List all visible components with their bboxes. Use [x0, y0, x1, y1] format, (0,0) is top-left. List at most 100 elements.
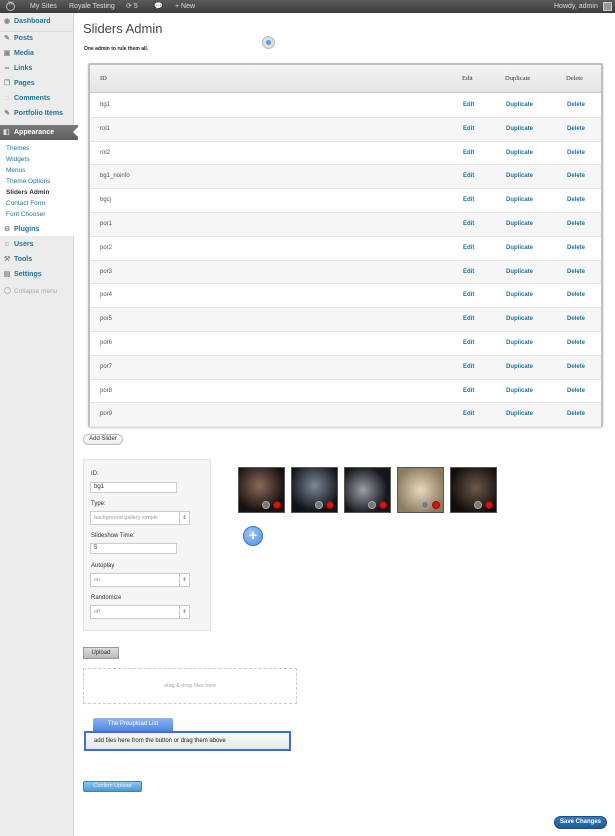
delete-link[interactable]: Delete: [567, 189, 585, 212]
duplicate-link[interactable]: Duplicate: [506, 213, 533, 236]
delete-link[interactable]: Delete: [567, 308, 585, 331]
wordpress-logo-icon[interactable]: [6, 1, 15, 11]
edit-slide-icon[interactable]: [474, 501, 482, 509]
edit-link[interactable]: Edit: [463, 380, 474, 403]
slide-thumbnail[interactable]: [450, 467, 497, 513]
avatar[interactable]: [603, 2, 612, 11]
delete-link[interactable]: Delete: [567, 142, 585, 165]
remove-slide-icon[interactable]: [379, 501, 387, 509]
submenu-font-chooser[interactable]: Font Chooser: [6, 209, 45, 220]
slide-thumbnail[interactable]: [238, 467, 285, 513]
edit-slide-icon[interactable]: [368, 501, 376, 509]
duplicate-link[interactable]: Duplicate: [506, 189, 533, 212]
randomize-select[interactable]: off ⇕: [90, 605, 190, 619]
menu-appearance[interactable]: ◧ Appearance: [0, 125, 78, 140]
duplicate-link[interactable]: Duplicate: [506, 261, 533, 284]
duplicate-link[interactable]: Duplicate: [506, 237, 533, 260]
edit-link[interactable]: Edit: [463, 237, 474, 260]
menu-pages[interactable]: ❐ Pages: [0, 77, 74, 91]
menu-dashboard[interactable]: ◉ Dashboard: [0, 15, 74, 29]
delete-link[interactable]: Delete: [567, 403, 585, 426]
delete-link[interactable]: Delete: [567, 237, 585, 260]
edit-link[interactable]: Edit: [463, 284, 474, 307]
edit-slide-icon[interactable]: [315, 501, 323, 509]
edit-slide-icon[interactable]: [262, 501, 270, 509]
menu-comments[interactable]: ◌ Comments: [0, 92, 74, 106]
id-input[interactable]: bg1: [90, 482, 177, 493]
edit-link[interactable]: Edit: [463, 213, 474, 236]
delete-link[interactable]: Delete: [567, 213, 585, 236]
save-changes-button[interactable]: Save Changes: [554, 816, 607, 829]
confirm-upload-button[interactable]: Confirm Upload: [83, 781, 142, 792]
remove-slide-icon[interactable]: [326, 501, 334, 509]
menu-tools[interactable]: ⚒ Tools: [0, 253, 74, 267]
menu-settings[interactable]: ▤ Settings: [0, 268, 74, 282]
remove-slide-icon[interactable]: [273, 501, 281, 509]
autoplay-select[interactable]: on ⇕: [90, 573, 190, 587]
preupload-list[interactable]: add files here from the button or drag t…: [84, 731, 291, 751]
submenu-themes[interactable]: Themes: [6, 143, 29, 154]
remove-slide-icon[interactable]: [432, 501, 440, 509]
submenu-contact-form[interactable]: Contact Form: [6, 198, 45, 209]
add-slider-button[interactable]: Add Slider: [83, 434, 123, 445]
duplicate-link[interactable]: Duplicate: [506, 332, 533, 355]
edit-link[interactable]: Edit: [463, 261, 474, 284]
new-content-link[interactable]: + New: [175, 0, 195, 13]
edit-link[interactable]: Edit: [463, 189, 474, 212]
remove-slide-icon[interactable]: [485, 501, 493, 509]
site-name-link[interactable]: Royale Testing: [69, 0, 115, 13]
slide-thumbnail[interactable]: [291, 467, 338, 513]
edit-link[interactable]: Edit: [463, 165, 474, 188]
edit-link[interactable]: Edit: [463, 356, 474, 379]
delete-link[interactable]: Delete: [567, 332, 585, 355]
delete-link[interactable]: Delete: [567, 380, 585, 403]
duplicate-link[interactable]: Duplicate: [506, 142, 533, 165]
duplicate-link[interactable]: Duplicate: [506, 403, 533, 426]
duplicate-link[interactable]: Duplicate: [506, 356, 533, 379]
duplicate-link[interactable]: Duplicate: [506, 308, 533, 331]
appearance-submenu: Themes Widgets Menus Theme Options Slide…: [0, 140, 74, 236]
help-icon[interactable]: [262, 36, 275, 49]
drop-zone[interactable]: drag & drop files here: [83, 668, 297, 704]
howdy-link[interactable]: Howdy, admin: [554, 0, 598, 13]
menu-users[interactable]: ☺ Users: [0, 238, 74, 252]
delete-link[interactable]: Delete: [567, 118, 585, 141]
updates-link[interactable]: ⟳ 5: [126, 0, 138, 13]
slideshow-time-input[interactable]: 5: [90, 543, 177, 554]
collapse-menu-button[interactable]: Collapse menu: [4, 287, 57, 295]
add-image-button[interactable]: +: [243, 526, 263, 546]
delete-link[interactable]: Delete: [567, 284, 585, 307]
my-sites-link[interactable]: My Sites: [30, 0, 57, 13]
duplicate-link[interactable]: Duplicate: [506, 94, 533, 117]
edit-link[interactable]: Edit: [463, 118, 474, 141]
submenu-sliders-admin[interactable]: Sliders Admin: [6, 187, 49, 198]
menu-plugins[interactable]: ⚙ Plugins: [0, 223, 74, 237]
comments-bubble-icon[interactable]: 💬: [154, 0, 163, 13]
upload-button[interactable]: Upload: [83, 647, 119, 659]
menu-portfolio-items[interactable]: ✎ Portfolio Items: [0, 107, 74, 121]
duplicate-link[interactable]: Duplicate: [506, 284, 533, 307]
slide-thumbnail[interactable]: [344, 467, 391, 513]
delete-link[interactable]: Delete: [567, 165, 585, 188]
edit-link[interactable]: Edit: [463, 403, 474, 426]
duplicate-link[interactable]: Duplicate: [506, 118, 533, 141]
menu-posts[interactable]: ✎ Posts: [0, 32, 74, 46]
delete-link[interactable]: Delete: [567, 356, 585, 379]
menu-links[interactable]: ∞ Links: [0, 62, 74, 76]
slide-thumbnail[interactable]: [397, 467, 444, 513]
delete-link[interactable]: Delete: [567, 261, 585, 284]
edit-slide-icon[interactable]: [421, 501, 429, 509]
submenu-widgets[interactable]: Widgets: [6, 154, 29, 165]
duplicate-link[interactable]: Duplicate: [506, 380, 533, 403]
preupload-list-tab[interactable]: The Preupload List: [93, 718, 173, 731]
submenu-theme-options[interactable]: Theme Options: [6, 176, 50, 187]
menu-media[interactable]: ▣ Media: [0, 47, 74, 61]
edit-link[interactable]: Edit: [463, 308, 474, 331]
edit-link[interactable]: Edit: [463, 332, 474, 355]
edit-link[interactable]: Edit: [463, 94, 474, 117]
submenu-menus[interactable]: Menus: [6, 165, 26, 176]
type-select[interactable]: background gallery simple ⇕: [90, 511, 190, 525]
edit-link[interactable]: Edit: [463, 142, 474, 165]
duplicate-link[interactable]: Duplicate: [506, 165, 533, 188]
delete-link[interactable]: Delete: [567, 94, 585, 117]
